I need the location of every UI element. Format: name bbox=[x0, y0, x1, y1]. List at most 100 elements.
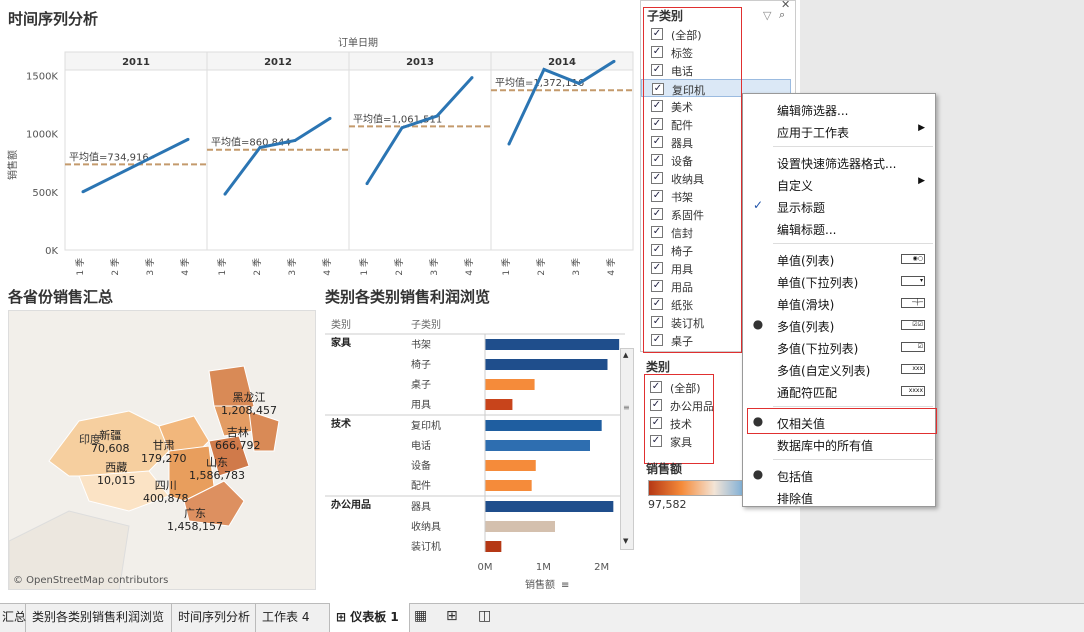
bar[interactable] bbox=[485, 339, 620, 350]
menu-item[interactable]: 设置快速筛选器格式... bbox=[743, 151, 937, 173]
province-map[interactable]: 印度 新疆 70,608 西藏 10,015 甘肃 179,270 四川 400,878 黑龙江… bbox=[8, 310, 316, 590]
bar[interactable] bbox=[485, 501, 614, 512]
sheet-tab[interactable]: ⊞ 仪表板 1 bbox=[330, 603, 410, 632]
series-point[interactable] bbox=[577, 81, 581, 85]
bar[interactable] bbox=[485, 359, 608, 370]
context-menu[interactable]: 编辑筛选器... 应用于工作表 ▶ 设置快速筛选器格式... 自定义 ▶ ✓ 显示标题编辑标题… bbox=[742, 93, 937, 508]
close-icon[interactable]: ✕ bbox=[781, 0, 790, 11]
map-title: 各省份销售汇总 bbox=[8, 288, 114, 306]
sort-icon[interactable]: ≡ bbox=[561, 580, 569, 591]
scroll-thumb-icon[interactable]: ≡ bbox=[623, 403, 630, 412]
new-story-icon[interactable]: ◫ bbox=[478, 608, 491, 624]
province-name: 黑龙江 bbox=[232, 391, 266, 404]
menu-item-label: 通配符匹配 bbox=[777, 386, 838, 400]
sheet-tab[interactable]: 类别各类别销售利润浏览 bbox=[26, 603, 172, 632]
bar[interactable] bbox=[485, 420, 602, 431]
province-name: 广东 bbox=[183, 507, 206, 520]
menu-item[interactable]: 多值(自定义列表) xxx bbox=[743, 358, 937, 380]
quarter-tick: 3 季 bbox=[428, 258, 440, 276]
sheet-tab[interactable]: 工作表 4 bbox=[256, 603, 330, 632]
menu-item-label: 多值(下拉列表) bbox=[777, 342, 859, 356]
menu-item[interactable]: 数据库中的所有值 bbox=[743, 433, 937, 455]
menu-item-label: 编辑标题... bbox=[777, 223, 837, 237]
subcategory-label: 收纳具 bbox=[411, 520, 441, 533]
bar[interactable] bbox=[485, 541, 502, 552]
series-point[interactable] bbox=[400, 126, 404, 130]
sheet-tab[interactable]: 汇总 bbox=[0, 603, 26, 632]
series-point[interactable] bbox=[293, 139, 297, 143]
menu-item[interactable]: 通配符匹配 xxxx bbox=[743, 380, 937, 402]
filter-mode-icon: xxxx bbox=[901, 386, 925, 396]
menu-separator bbox=[773, 243, 933, 244]
sheet-tab-label: 仪表板 1 bbox=[350, 610, 399, 624]
series-point[interactable] bbox=[365, 182, 369, 186]
map-attribution[interactable]: © OpenStreetMap contributors bbox=[13, 575, 168, 586]
menu-item[interactable]: 自定义 ▶ bbox=[743, 173, 937, 195]
series-point[interactable] bbox=[507, 142, 511, 146]
province-name: 新疆 bbox=[99, 429, 122, 442]
menu-item[interactable]: ✓ 显示标题 bbox=[743, 195, 937, 217]
menu-mark-slot bbox=[751, 295, 765, 309]
bar-col-header: 类别 bbox=[331, 318, 351, 331]
province-name: 西藏 bbox=[105, 461, 128, 474]
menu-item-label: 显示标题 bbox=[777, 201, 826, 215]
series-point[interactable] bbox=[151, 155, 155, 159]
series-point[interactable] bbox=[435, 114, 439, 118]
menu-item[interactable]: ● 包括值 bbox=[743, 464, 937, 486]
line-year-label: 2013 bbox=[406, 57, 434, 68]
filter-mode-icon: ◉○ bbox=[901, 254, 925, 264]
line-pane bbox=[64, 51, 208, 251]
bar[interactable] bbox=[485, 399, 513, 410]
map-province-label: 西藏 10,015 bbox=[97, 461, 136, 487]
map-province-label: 新疆 70,608 bbox=[91, 429, 130, 455]
bar-scrollbar[interactable]: ▲ ≡ ▼ bbox=[620, 348, 634, 550]
subcategory-label: 用具 bbox=[411, 399, 431, 411]
menu-item[interactable]: 编辑筛选器... bbox=[743, 98, 937, 120]
menu-item[interactable]: 单值(列表) ◉○ bbox=[743, 248, 937, 270]
line-chart[interactable]: 订单日期销售额 1500K 1000K 500K 0K 2011 平均值=734,916 1 … bbox=[0, 30, 640, 280]
series-point[interactable] bbox=[542, 67, 546, 71]
series-point[interactable] bbox=[258, 146, 262, 150]
quarter-tick: 2 季 bbox=[109, 258, 121, 276]
menu-item[interactable]: 多值(下拉列表) ☑ bbox=[743, 336, 937, 358]
menu-mark-slot bbox=[751, 176, 765, 190]
line-year-label: 2012 bbox=[264, 57, 292, 68]
series-point[interactable] bbox=[223, 192, 227, 196]
line-y-tick: 1000K bbox=[26, 130, 58, 141]
menu-item[interactable]: 单值(下拉列表) ▾ bbox=[743, 270, 937, 292]
quarter-tick: 4 季 bbox=[179, 258, 191, 276]
series-point[interactable] bbox=[328, 116, 332, 120]
menu-item[interactable]: 单值(滑块) ─┼─ bbox=[743, 292, 937, 314]
bar-col-header: 子类别 bbox=[411, 318, 441, 331]
scroll-down-icon[interactable]: ▼ bbox=[623, 537, 628, 545]
filter-funnel-icon[interactable]: ▽ bbox=[763, 9, 771, 22]
province-name: 甘肃 bbox=[152, 439, 175, 452]
series-point[interactable] bbox=[612, 59, 616, 63]
bar[interactable] bbox=[485, 460, 536, 471]
series-point[interactable] bbox=[81, 190, 85, 194]
series-point[interactable] bbox=[116, 172, 120, 176]
new-dashboard-icon[interactable]: ⊞ bbox=[446, 608, 458, 624]
legend-title: 销售额 bbox=[646, 462, 683, 476]
menu-item[interactable]: 应用于工作表 ▶ bbox=[743, 120, 937, 142]
bar[interactable] bbox=[485, 521, 555, 532]
menu-mark-slot bbox=[751, 273, 765, 287]
menu-item[interactable]: 编辑标题... bbox=[743, 217, 937, 239]
bar[interactable] bbox=[485, 379, 535, 390]
sheet-tab[interactable]: 时间序列分析 bbox=[172, 603, 256, 632]
bar[interactable] bbox=[485, 480, 532, 491]
bar-x-tick: 0M bbox=[478, 562, 493, 573]
line-y-tick: 1500K bbox=[26, 71, 58, 82]
menu-item[interactable]: 排除值 bbox=[743, 486, 937, 508]
sheet-tab-label: 工作表 4 bbox=[262, 610, 310, 624]
series-point[interactable] bbox=[470, 76, 474, 80]
menu-item[interactable]: ● 多值(列表) ☑☑ bbox=[743, 314, 937, 336]
new-sheet-icon[interactable]: ▦ bbox=[414, 608, 427, 624]
quarter-tick: 4 季 bbox=[463, 258, 475, 276]
series-point[interactable] bbox=[186, 137, 190, 141]
menu-check-icon: ✓ bbox=[752, 198, 764, 212]
line-year-label: 2014 bbox=[548, 57, 576, 68]
scroll-up-icon[interactable]: ▲ bbox=[623, 351, 628, 359]
bar-chart[interactable]: 类别 子类别家具 书架椅子桌子用具技术 复印机电话设备配件办公用品 器具收纳具装订机 0M… bbox=[325, 312, 645, 594]
bar[interactable] bbox=[485, 440, 590, 451]
